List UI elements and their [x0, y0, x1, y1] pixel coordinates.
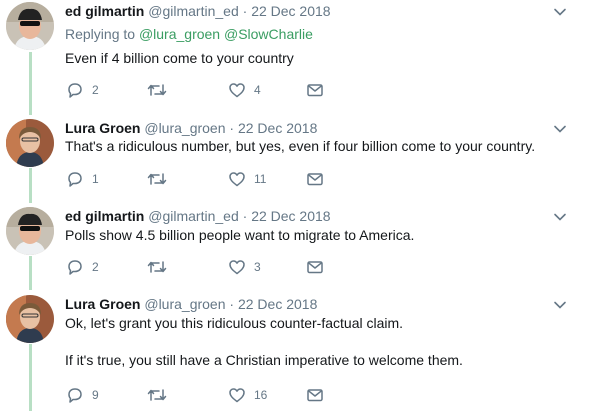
tweet-header: Lura Groen @lura_groen · 22 Dec 2018 [65, 119, 317, 137]
like-count: 3 [254, 260, 261, 274]
timestamp[interactable]: 22 Dec 2018 [238, 296, 317, 312]
username[interactable]: @lura_groen [144, 120, 225, 136]
retweet-icon [147, 261, 167, 273]
replying-to: Replying to @lura_groen @SlowCharlie [65, 25, 313, 43]
direct-message-button[interactable] [306, 385, 324, 405]
chevron-down-icon[interactable] [553, 122, 567, 136]
chevron-down-icon[interactable] [553, 298, 567, 312]
direct-message-icon [307, 173, 323, 186]
tweet-text: That's a ridiculous number, but yes, eve… [65, 138, 536, 154]
retweet-icon [147, 84, 167, 96]
timestamp[interactable]: 22 Dec 2018 [251, 3, 330, 19]
tweet-header: Lura Groen @lura_groen · 22 Dec 2018 [65, 295, 317, 313]
reply-button[interactable]: 1 [66, 169, 99, 189]
tweet-text-line: If it's true, you still have a Christian… [65, 352, 463, 368]
reply-count: 9 [92, 388, 99, 402]
display-name[interactable]: Lura Groen [65, 120, 140, 136]
reply-count: 2 [92, 260, 99, 274]
reply-count: 2 [92, 83, 99, 97]
separator: · [229, 120, 235, 136]
avatar[interactable] [6, 295, 54, 343]
like-button[interactable]: 11 [228, 169, 266, 189]
like-icon [229, 260, 245, 275]
tweet-actions: 9 16 [65, 385, 365, 405]
avatar[interactable] [6, 119, 54, 167]
tweet-actions: 2 4 [65, 80, 365, 100]
avatar[interactable] [6, 207, 54, 255]
tweet-actions: 2 3 [65, 257, 365, 277]
retweet-button[interactable] [147, 385, 175, 405]
like-count: 16 [254, 388, 268, 402]
mention-link[interactable]: @lura_groen [139, 26, 220, 42]
reply-button[interactable]: 9 [66, 385, 99, 405]
reply-icon [68, 260, 82, 275]
direct-message-icon [307, 389, 323, 402]
reply-icon [68, 172, 82, 187]
tweet[interactable]: Lura Groen @lura_groen · 22 Dec 2018 Ok,… [0, 295, 599, 409]
tweet-text-line: Ok, let's grant you this ridiculous coun… [65, 315, 404, 331]
reply-count: 1 [92, 172, 99, 186]
chevron-down-icon[interactable] [553, 5, 567, 19]
tweet[interactable]: ed gilmartin @gilmartin_ed · 22 Dec 2018… [0, 207, 599, 279]
display-name[interactable]: Lura Groen [65, 296, 140, 312]
like-icon [229, 388, 245, 403]
direct-message-button[interactable] [306, 80, 324, 100]
timestamp[interactable]: 22 Dec 2018 [251, 208, 330, 224]
like-button[interactable]: 16 [228, 385, 267, 405]
direct-message-button[interactable] [306, 257, 324, 277]
like-icon [229, 83, 245, 98]
retweet-button[interactable] [147, 257, 175, 277]
like-icon [229, 172, 245, 187]
retweet-button[interactable] [147, 169, 175, 189]
chevron-down-icon[interactable] [553, 210, 567, 224]
direct-message-icon [307, 261, 323, 274]
tweet-text: Even if 4 billion come to your country [65, 50, 294, 66]
display-name[interactable]: ed gilmartin [65, 208, 144, 224]
reply-icon [68, 83, 82, 98]
reply-icon [68, 388, 82, 403]
username[interactable]: @gilmartin_ed [148, 208, 238, 224]
timestamp[interactable]: 22 Dec 2018 [238, 120, 317, 136]
display-name[interactable]: ed gilmartin [65, 3, 144, 19]
reply-button[interactable]: 2 [66, 257, 99, 277]
tweet-actions: 1 11 [65, 169, 365, 189]
reply-button[interactable]: 2 [66, 80, 99, 100]
tweet[interactable]: Lura Groen @lura_groen · 22 Dec 2018 Tha… [0, 119, 599, 191]
tweet[interactable]: ed gilmartin @gilmartin_ed · 22 Dec 2018… [0, 2, 599, 102]
like-count: 4 [254, 83, 261, 97]
separator: · [242, 3, 248, 19]
tweet-header: ed gilmartin @gilmartin_ed · 22 Dec 2018 [65, 2, 331, 20]
retweet-button[interactable] [147, 80, 175, 100]
like-button[interactable]: 4 [228, 80, 261, 100]
mention-link[interactable]: @SlowCharlie [224, 26, 313, 42]
direct-message-button[interactable] [306, 169, 324, 189]
like-count: 11 [254, 172, 267, 186]
username[interactable]: @lura_groen [144, 296, 225, 312]
avatar[interactable] [6, 2, 54, 50]
replying-to-label: Replying to [65, 26, 136, 42]
tweet-header: ed gilmartin @gilmartin_ed · 22 Dec 2018 [65, 207, 331, 225]
separator: · [242, 208, 248, 224]
retweet-icon [147, 173, 167, 185]
retweet-icon [147, 389, 167, 401]
tweet-text: Polls show 4.5 billion people want to mi… [65, 227, 415, 243]
username[interactable]: @gilmartin_ed [148, 3, 238, 19]
direct-message-icon [307, 84, 323, 97]
like-button[interactable]: 3 [228, 257, 261, 277]
separator: · [229, 296, 235, 312]
